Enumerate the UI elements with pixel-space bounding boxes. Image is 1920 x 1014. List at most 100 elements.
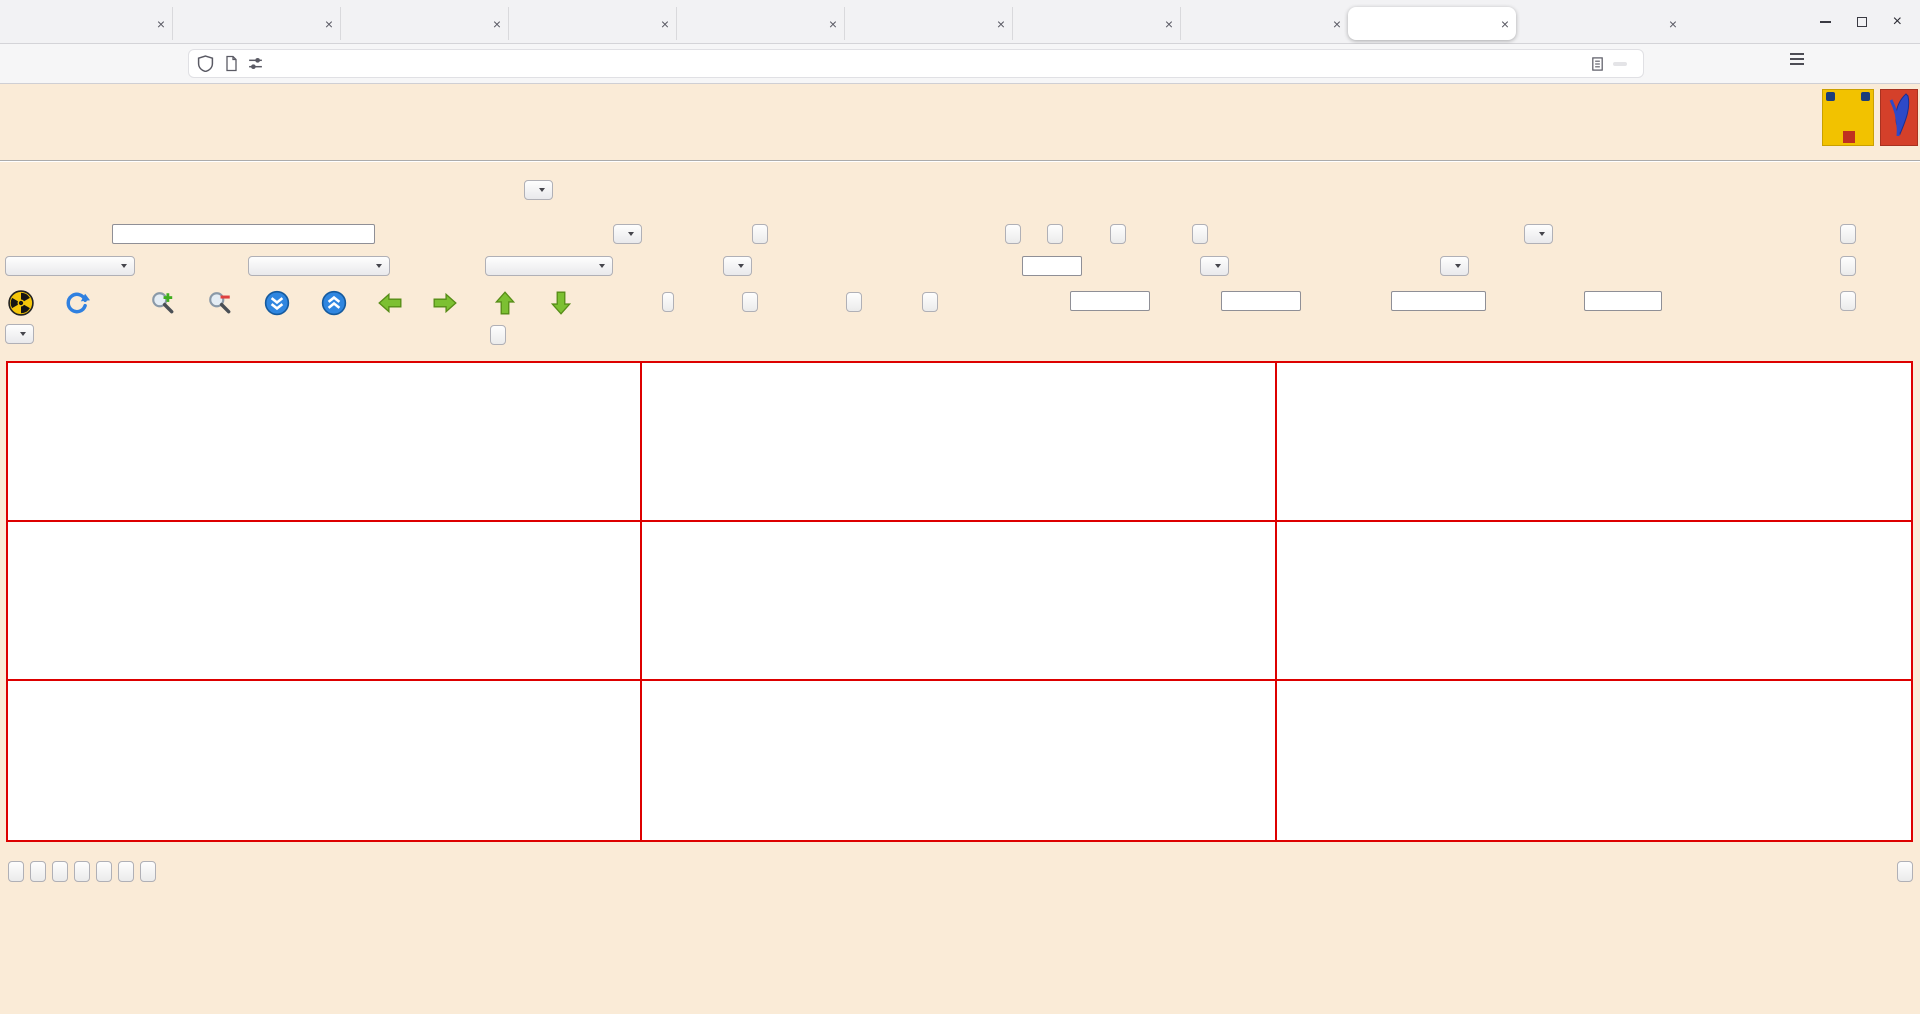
tab-close-icon[interactable]: × — [1501, 17, 1509, 31]
shield-icon[interactable] — [197, 55, 214, 72]
tab-temperature[interactable]: × — [508, 7, 676, 40]
enable-logging-button[interactable] — [140, 861, 156, 882]
channel-input[interactable] — [1022, 256, 1082, 276]
linear-button[interactable] — [922, 292, 938, 312]
tab-close-icon[interactable]: × — [1165, 17, 1173, 31]
show-variables-button[interactable] — [96, 861, 112, 882]
reload-page-button[interactable] — [52, 861, 68, 882]
url-bar[interactable] — [188, 49, 1644, 78]
window-minimize-button[interactable] — [1819, 20, 1831, 23]
spectra-functions-select[interactable] — [1524, 224, 1553, 244]
zoom-out-icon[interactable] — [207, 290, 233, 316]
ymin-input[interactable] — [1391, 291, 1486, 311]
x-button[interactable] — [662, 292, 674, 312]
arrow-left-icon[interactable] — [377, 290, 403, 316]
gallery-cell-empty[interactable] — [1276, 681, 1911, 840]
tab-close-icon[interactable]: × — [997, 17, 1005, 31]
permissions-icon[interactable] — [247, 55, 264, 72]
tab-control-carme[interactable]: × — [340, 7, 508, 40]
auto-update-button[interactable] — [490, 325, 506, 345]
chevron-down-icon — [1539, 232, 1545, 236]
select-a-spectrum-select[interactable] — [613, 224, 642, 244]
tab-aida[interactable]: × — [4, 7, 172, 40]
reset-button[interactable] — [74, 861, 90, 882]
update-all-button[interactable] — [1110, 224, 1126, 244]
tab-close-icon[interactable]: × — [829, 17, 837, 31]
tab-experiment-control[interactable]: × — [172, 7, 340, 40]
midas-logo — [1822, 89, 1874, 146]
refresh-icon[interactable] — [64, 290, 90, 316]
chevron-down-icon — [539, 188, 545, 192]
gallery-cell-aida13[interactable] — [8, 681, 643, 840]
arrange-functions-select[interactable] — [248, 256, 390, 276]
chevron-down-icon — [599, 264, 605, 268]
how-to-use-button[interactable] — [1897, 861, 1913, 882]
tab-close-icon[interactable]: × — [661, 17, 669, 31]
gallery-cell-aida03[interactable] — [8, 363, 643, 522]
number-of-galleries-select[interactable] — [1200, 256, 1229, 276]
acquisition-server-select[interactable] — [524, 180, 553, 200]
tab-statistics[interactable]: × — [1516, 7, 1684, 40]
chevron-down-icon — [1455, 264, 1461, 268]
scroll-down-icon[interactable] — [264, 290, 290, 316]
reader-mode-icon[interactable] — [1590, 56, 1605, 72]
divider — [0, 160, 1920, 162]
gallery-cell-aida09[interactable] — [642, 522, 1277, 681]
tab-run-control[interactable]: × — [1180, 7, 1348, 40]
view-functions-select[interactable] — [5, 256, 135, 276]
tab-close-icon[interactable]: × — [1669, 17, 1677, 31]
send-log-elog-button[interactable] — [30, 861, 46, 882]
midas-logo-badge-icon — [1826, 92, 1835, 101]
update-button[interactable] — [1047, 224, 1063, 244]
what-are-these-button-2[interactable] — [1840, 256, 1856, 276]
new-button[interactable] — [742, 292, 758, 312]
tab-fadc-align[interactable]: × — [844, 7, 1012, 40]
chevron-down-icon — [738, 264, 744, 268]
arrow-up-icon[interactable] — [492, 290, 518, 316]
arrow-right-icon[interactable] — [432, 290, 458, 316]
analysis-functions-select[interactable] — [485, 256, 613, 276]
browser-tab-bar: × × × × × × × × × × × — [0, 0, 1920, 44]
gallery-cell-aida04[interactable] — [642, 363, 1277, 522]
gallery-cell-aida07[interactable] — [1276, 363, 1911, 522]
page-info-icon[interactable] — [223, 55, 239, 72]
menu-button[interactable] — [1790, 53, 1804, 55]
tab-system-checks[interactable]: × — [676, 7, 844, 40]
zoom-level-badge[interactable] — [1613, 61, 1627, 66]
ymax-input[interactable] — [1584, 291, 1662, 311]
layout-id-select[interactable] — [1440, 256, 1469, 276]
footer-buttons — [8, 861, 156, 882]
empty-log-window-button[interactable] — [8, 861, 24, 882]
arrow-down-icon[interactable] — [548, 290, 574, 316]
zero-button[interactable] — [1192, 224, 1208, 244]
xmin-input[interactable] — [1070, 291, 1150, 311]
gallery-cell-aida14[interactable] — [642, 681, 1277, 840]
tab-asic-control[interactable]: × — [1012, 7, 1180, 40]
spectrum-browser-page — [0, 84, 1920, 1013]
tab-close-icon[interactable]: × — [157, 17, 165, 31]
tab-close-icon[interactable]: × — [493, 17, 501, 31]
tab-spectrum-browser[interactable]: × — [1348, 7, 1516, 40]
show-button[interactable] — [1005, 224, 1021, 244]
gallery-grid — [6, 361, 1913, 842]
what-are-these-button-1[interactable] — [1840, 224, 1856, 244]
radiation-icon[interactable] — [8, 290, 34, 316]
chevron-down-icon — [1215, 264, 1221, 268]
spectrum-name-input[interactable] — [112, 224, 375, 244]
zoom-in-icon[interactable] — [150, 290, 176, 316]
tags-fits-select[interactable] — [723, 256, 752, 276]
scroll-up-icon[interactable] — [321, 290, 347, 316]
show-log-window-button[interactable] — [118, 861, 134, 882]
window-close-button[interactable]: × — [1893, 13, 1902, 30]
multi-button[interactable] — [752, 224, 768, 244]
gallery-cell-aida10[interactable] — [1276, 522, 1911, 681]
all-button[interactable] — [846, 292, 862, 312]
tcl-logo — [1880, 89, 1918, 146]
window-maximize-button[interactable] — [1856, 16, 1867, 27]
gallery-cell-aida08[interactable] — [8, 522, 643, 681]
update-rate-select[interactable] — [5, 324, 34, 344]
tab-close-icon[interactable]: × — [1333, 17, 1341, 31]
what-are-these-button-3[interactable] — [1840, 291, 1856, 311]
tab-close-icon[interactable]: × — [325, 17, 333, 31]
xmax-input[interactable] — [1221, 291, 1301, 311]
